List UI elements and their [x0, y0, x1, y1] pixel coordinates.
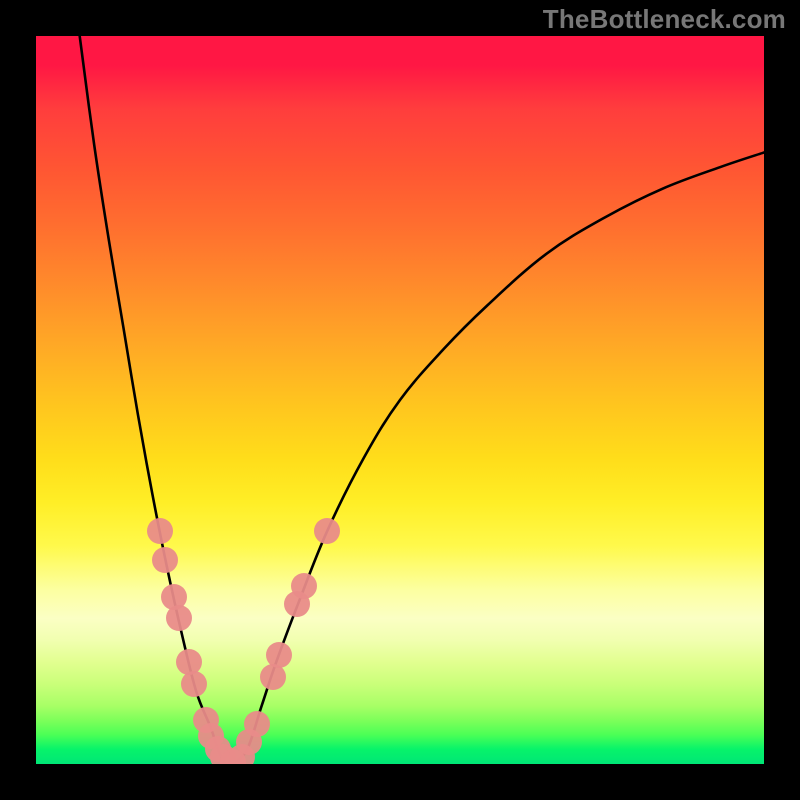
marker-dot [244, 711, 270, 737]
chart-markers [36, 36, 764, 764]
marker-dot [291, 573, 317, 599]
watermark-text: TheBottleneck.com [543, 4, 786, 35]
marker-dot [314, 518, 340, 544]
chart-plot-area [36, 36, 764, 764]
marker-dot [266, 642, 292, 668]
marker-dot [147, 518, 173, 544]
marker-dot [152, 547, 178, 573]
marker-dot [181, 671, 207, 697]
marker-dot [166, 605, 192, 631]
